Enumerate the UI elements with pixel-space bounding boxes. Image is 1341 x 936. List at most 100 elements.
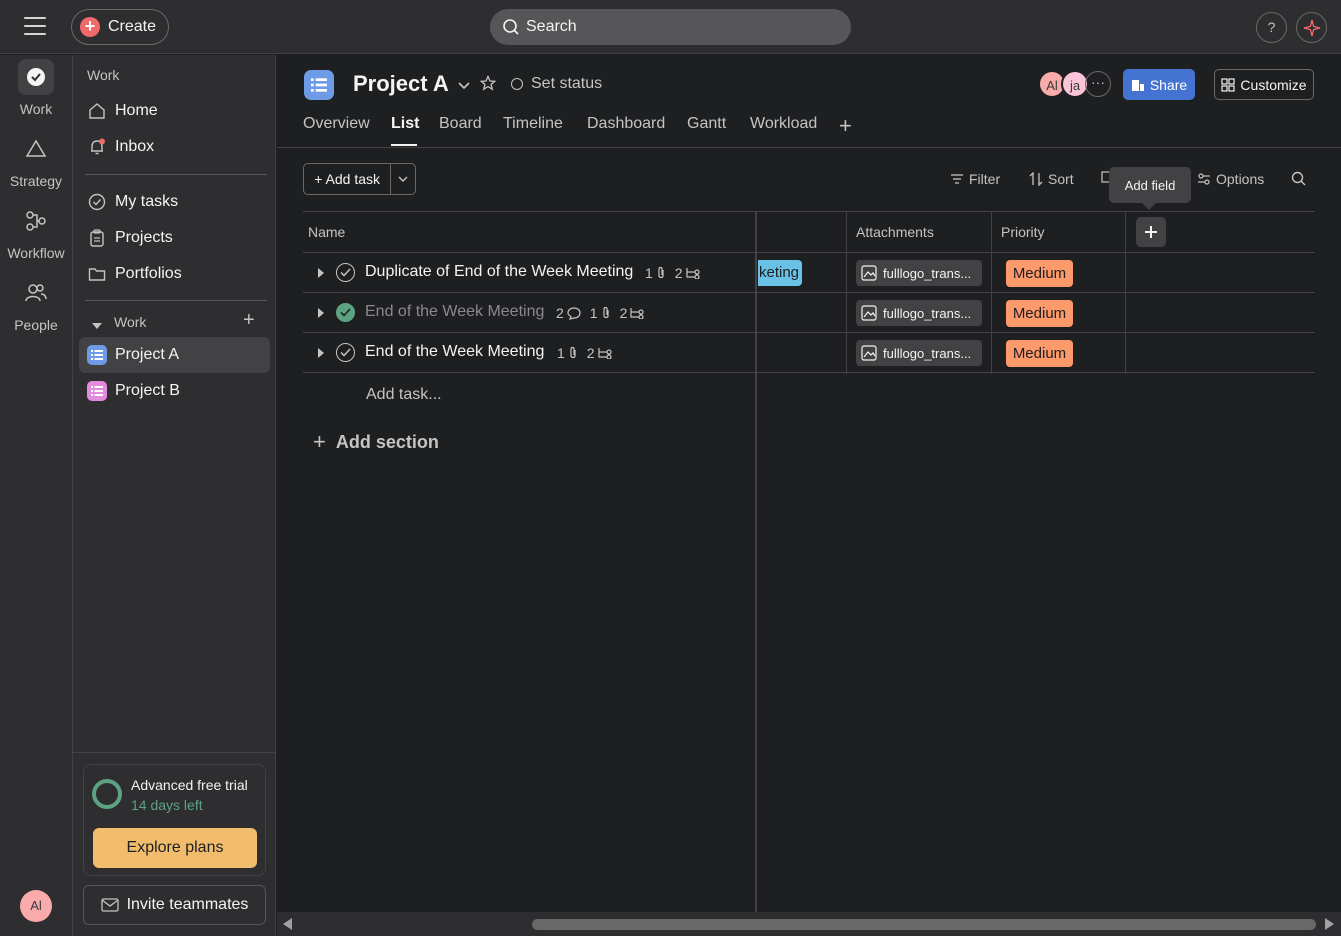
expand-caret-icon[interactable] (317, 306, 325, 322)
sidebar-item-home[interactable]: Home (79, 93, 270, 129)
sidebar-item-portfolios[interactable]: Portfolios (79, 256, 270, 292)
add-section-button[interactable]: + Add section (313, 429, 439, 455)
chevron-down-icon[interactable] (391, 176, 415, 182)
complete-checkbox[interactable] (336, 263, 355, 282)
tab-dashboard[interactable]: Dashboard (587, 115, 665, 133)
options-button[interactable]: Options (1197, 171, 1264, 187)
bell-icon (87, 137, 107, 157)
caret-down-icon[interactable] (91, 317, 103, 333)
task-name[interactable]: End of the Week Meeting (365, 303, 544, 321)
rail-item-workflow[interactable]: Workflow (0, 203, 72, 261)
image-icon (861, 305, 877, 321)
paperclip-icon (602, 306, 609, 319)
task-name[interactable]: End of the Week Meeting (365, 343, 544, 361)
more-members-button[interactable]: ··· (1085, 71, 1111, 97)
add-task-label: Add task (325, 171, 380, 187)
attachment-count: 1 (589, 305, 598, 321)
invite-teammates-button[interactable]: Invite teammates (83, 885, 266, 925)
tab-list[interactable]: List (391, 115, 419, 133)
attachment-chip[interactable]: fulllogo_trans... (856, 340, 982, 366)
filter-label: Filter (969, 171, 1001, 187)
add-field-button[interactable] (1136, 217, 1166, 247)
check-circle-icon (18, 59, 54, 95)
sort-button[interactable]: Sort (1029, 171, 1074, 187)
status-label: Set status (531, 75, 603, 92)
task-meta: 2 1 2 (556, 305, 653, 321)
scroll-left-arrow-icon[interactable] (283, 918, 292, 930)
column-header-name[interactable]: Name (303, 211, 753, 253)
column-header-priority[interactable]: Priority (996, 211, 1126, 253)
sparkle-icon (1303, 19, 1320, 36)
grid-icon (1221, 77, 1236, 92)
create-label: Create (108, 18, 157, 35)
menu-icon[interactable] (24, 17, 46, 35)
tab-workload[interactable]: Workload (750, 115, 817, 133)
sidebar-item-label: Home (115, 102, 158, 119)
add-project-icon[interactable]: + (243, 309, 255, 332)
chevron-down-icon[interactable] (458, 77, 470, 93)
tab-gantt[interactable]: Gantt (687, 115, 726, 133)
scrollbar-thumb[interactable] (532, 919, 1316, 930)
expand-caret-icon[interactable] (317, 346, 325, 362)
paperclip-icon (570, 346, 576, 359)
table-row[interactable]: Duplicate of End of the Week Meeting 1 2… (303, 253, 1315, 293)
add-field-tooltip: Add field (1109, 167, 1191, 203)
trial-days-left: 14 days left (131, 797, 203, 813)
tab-timeline[interactable]: Timeline (503, 115, 563, 133)
attachment-chip[interactable]: fulllogo_trans... (856, 300, 982, 326)
set-status-button[interactable]: Set status (511, 75, 602, 93)
rail-label: Work (19, 101, 53, 117)
add-task-inline[interactable]: Add task... (366, 386, 442, 404)
home-icon (87, 101, 107, 121)
trial-card: Advanced free trial 14 days left Explore… (83, 764, 266, 876)
rail-item-people[interactable]: People (0, 275, 72, 333)
tab-overview[interactable]: Overview (303, 115, 370, 133)
search-icon[interactable] (1291, 171, 1311, 186)
sidebar-item-inbox[interactable]: Inbox (79, 129, 270, 165)
create-button[interactable]: + Create (71, 9, 169, 45)
sidebar-item-project-a[interactable]: Project A (79, 337, 270, 373)
table-row[interactable]: End of the Week Meeting 2 1 2 fulllogo_t… (303, 293, 1315, 333)
explore-plans-button[interactable]: Explore plans (93, 828, 257, 868)
tab-board[interactable]: Board (439, 115, 482, 133)
attachment-filename: fulllogo_trans... (883, 265, 972, 281)
task-name[interactable]: Duplicate of End of the Week Meeting (365, 263, 633, 281)
tag-pill[interactable]: keting (758, 260, 802, 286)
frozen-column-divider (755, 211, 757, 936)
table-row[interactable]: End of the Week Meeting 1 2 fulllogo_tra… (303, 333, 1315, 373)
filter-button[interactable]: Filter (950, 171, 1000, 187)
rail-item-work[interactable]: Work (0, 59, 72, 117)
scroll-right-arrow-icon[interactable] (1325, 918, 1334, 930)
complete-checkbox[interactable] (336, 303, 355, 322)
subtask-icon (685, 268, 700, 279)
share-button[interactable]: Share (1123, 69, 1195, 100)
add-task-button[interactable]: + Add task (303, 163, 416, 195)
sidebar-item-project-b[interactable]: Project B (79, 373, 270, 409)
projects-heading[interactable]: Work (114, 314, 146, 330)
column-header-attachments[interactable]: Attachments (851, 211, 991, 253)
customize-button[interactable]: Customize (1214, 69, 1314, 100)
rail-item-strategy[interactable]: Strategy (0, 131, 72, 189)
horizontal-scrollbar[interactable] (277, 912, 1341, 936)
subtask-count: 2 (619, 305, 628, 321)
attachment-chip[interactable]: fulllogo_trans... (856, 260, 982, 286)
complete-checkbox[interactable] (336, 343, 355, 362)
ai-sparkle-button[interactable] (1296, 12, 1327, 43)
expand-caret-icon[interactable] (317, 266, 325, 282)
search-input[interactable]: Search (490, 9, 851, 45)
subtask-icon (597, 348, 612, 359)
subtask-count: 2 (586, 345, 595, 361)
mail-icon (100, 898, 119, 912)
sidebar-item-my-tasks[interactable]: My tasks (79, 184, 270, 220)
add-tab-icon[interactable]: + (839, 113, 852, 139)
priority-badge[interactable]: Medium (1006, 260, 1073, 287)
plus-icon (1145, 226, 1157, 238)
folder-icon (87, 264, 107, 284)
star-icon[interactable] (479, 74, 497, 94)
search-icon (503, 19, 519, 35)
priority-badge[interactable]: Medium (1006, 340, 1073, 367)
avatar[interactable]: Al (20, 890, 52, 922)
help-button[interactable]: ? (1256, 12, 1287, 43)
sidebar-item-projects[interactable]: Projects (79, 220, 270, 256)
priority-badge[interactable]: Medium (1006, 300, 1073, 327)
